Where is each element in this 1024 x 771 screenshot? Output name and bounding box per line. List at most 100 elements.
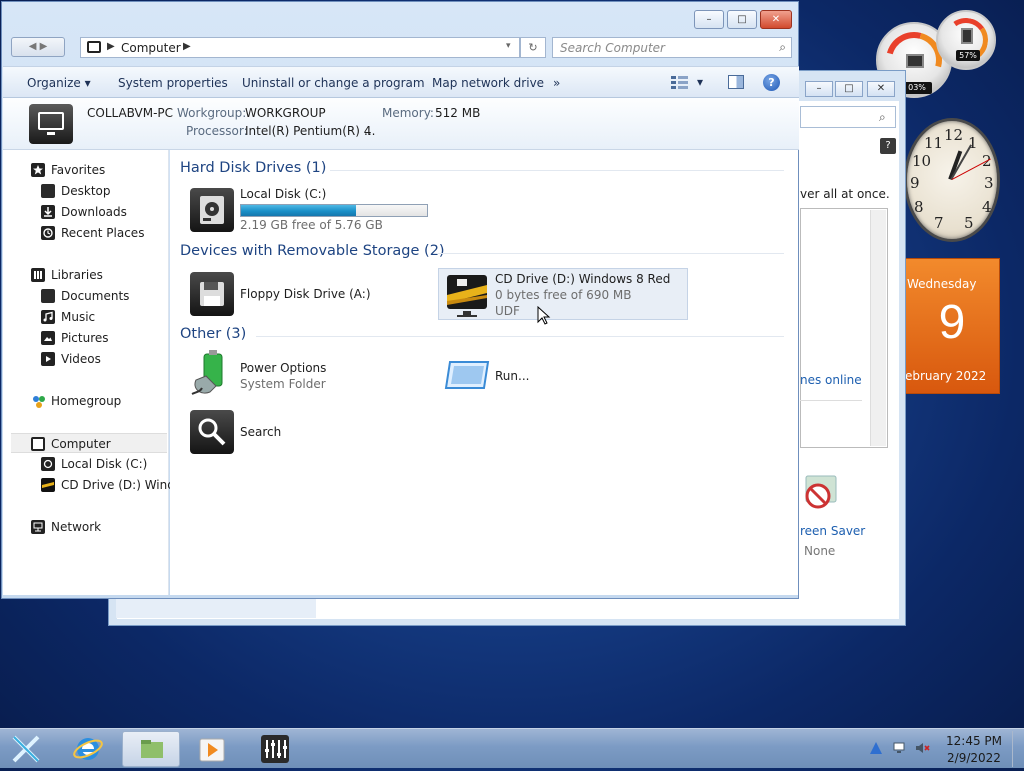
minimize-button[interactable]: – [694,10,724,29]
change-view-icon[interactable] [671,75,689,89]
nav-network[interactable]: Network [3,517,167,537]
tray-action-center-icon[interactable] [868,741,884,755]
search-name: Search [240,425,282,439]
computer-explorer-window[interactable]: – □ ✕ ◀ ▶ ▶ Computer ▶ ▾ ↻ Search Comput… [1,1,799,599]
taskbar: 12:45 PM 2/9/2022 [0,728,1024,768]
cd-drive-filesystem: UDF [495,304,520,318]
back-forward-buttons[interactable]: ◀ ▶ [11,37,65,57]
bg-search-icon: ⌕ [879,110,886,124]
clock-numeral: 5 [964,214,974,232]
taskbar-mixer[interactable] [246,731,304,767]
pictures-icon [41,331,55,345]
workgroup-label: Workgroup: [177,106,247,120]
nav-libraries[interactable]: Libraries [3,265,167,285]
internet-explorer-icon [73,738,103,760]
system-properties-button[interactable]: System properties [118,76,228,90]
taskbar-media-player[interactable] [184,731,242,767]
clock-gadget[interactable]: 12 1 2 3 4 5 7 8 9 10 11 [904,118,1000,242]
nav-label: Libraries [51,268,103,282]
nav-documents[interactable]: Documents [3,286,167,306]
nav-videos[interactable]: Videos [3,349,167,369]
more-commands-button[interactable]: » [553,76,560,90]
address-dropdown-icon[interactable]: ▾ [506,41,511,51]
screen-saver-icon[interactable] [800,472,842,516]
nav-label: Videos [61,352,101,366]
nav-label: Network [51,520,102,534]
group-header-hard-disk[interactable]: Hard Disk Drives (1) [180,160,326,176]
start-button-icon[interactable] [4,731,48,767]
bg-close-button[interactable]: ✕ [867,81,895,97]
cd-drive-name: CD Drive (D:) Windows 8 Red [495,272,671,286]
uninstall-program-button[interactable]: Uninstall or change a program [242,76,425,90]
view-options-dropdown-icon[interactable]: ▾ [697,75,703,89]
nav-label: Recent Places [61,226,145,240]
star-icon [31,163,45,177]
clock-numeral: 3 [984,174,994,192]
nav-label: Downloads [61,205,127,219]
nav-homegroup[interactable]: Homegroup [3,391,167,411]
nav-computer[interactable]: Computer [11,433,167,453]
group-header-other[interactable]: Other (3) [180,326,246,342]
nav-local-disk[interactable]: Local Disk (C:) [3,454,167,474]
screen-saver-label[interactable]: reen Saver [800,524,865,538]
breadcrumb-separator-icon[interactable]: ▶ [107,41,115,52]
local-disk-free: 2.19 GB free of 5.76 GB [240,218,383,232]
calendar-month: ebruary 2022 [905,369,987,383]
tray-network-icon[interactable] [892,741,908,755]
clock-numeral: 7 [934,214,944,232]
nav-label: Favorites [51,163,106,177]
bg-link-fragment[interactable]: nes online [800,373,862,387]
refresh-button[interactable]: ↻ [520,37,546,58]
clock-numeral: 9 [910,174,920,192]
help-icon[interactable]: ? [763,74,780,91]
floppy-disk-icon [190,272,234,316]
bg-search-input[interactable]: ⌕ [800,106,896,128]
command-bar: Organize ▾ System properties Uninstall o… [3,66,799,98]
cd-drive-tile[interactable]: CD Drive (D:) Windows 8 Red 0 bytes free… [438,268,688,320]
search-icon[interactable]: ⌕ [779,40,786,55]
processor-more[interactable]: ... [364,124,375,138]
taskbar-explorer[interactable] [122,731,180,767]
bg-text-fragment: ver all at once. [800,187,890,201]
close-button[interactable]: ✕ [760,10,792,29]
memory-meter-gadget[interactable]: 57% [936,10,996,70]
calendar-gadget[interactable]: Wednesday 9 ebruary 2022 [902,258,1000,394]
tray-volume-muted-icon[interactable] [914,741,930,755]
bg-minimize-button[interactable]: – [805,81,833,97]
cpu-percent: 03% [902,82,932,94]
tray-date[interactable]: 2/9/2022 [944,751,1004,765]
preview-pane-icon[interactable] [728,75,744,89]
breadcrumb-separator-icon[interactable]: ▶ [183,41,191,52]
nav-pictures[interactable]: Pictures [3,328,167,348]
nav-cd-drive[interactable]: CD Drive (D:) Windo [3,475,182,495]
power-options-name: Power Options [240,361,327,375]
folder-icon [141,740,163,758]
organize-menu[interactable]: Organize ▾ [27,76,91,90]
calendar-weekday: Wednesday [907,277,977,291]
maximize-button[interactable]: □ [727,10,757,29]
nav-favorites[interactable]: Favorites [3,160,167,180]
map-network-drive-button[interactable]: Map network drive [432,76,544,90]
tray-time[interactable]: 12:45 PM [944,734,1004,748]
bg-maximize-button[interactable]: □ [835,81,863,97]
nav-desktop[interactable]: Desktop [3,181,167,201]
group-divider [330,170,784,171]
group-header-removable[interactable]: Devices with Removable Storage (2) [180,243,445,259]
bg-help-icon[interactable]: ? [880,138,896,154]
address-bar[interactable]: ▶ Computer ▶ ▾ [80,37,520,58]
search-input[interactable]: Search Computer ⌕ [552,37,792,58]
memory-percent: 57% [956,50,980,61]
group-divider [438,253,784,254]
clock-numeral: 10 [912,152,932,170]
nav-downloads[interactable]: Downloads [3,202,167,222]
breadcrumb-computer[interactable]: Computer [121,41,181,55]
taskbar-internet-explorer[interactable] [58,731,116,767]
cd-drive-icon [41,478,55,492]
homegroup-icon [33,396,45,408]
nav-label: Documents [61,289,130,303]
show-desktop-button[interactable] [1012,731,1022,767]
nav-label: Music [61,310,96,324]
nav-music[interactable]: Music [3,307,167,327]
nav-recent-places[interactable]: Recent Places [3,223,167,243]
bg-scrollbar[interactable] [870,210,886,446]
